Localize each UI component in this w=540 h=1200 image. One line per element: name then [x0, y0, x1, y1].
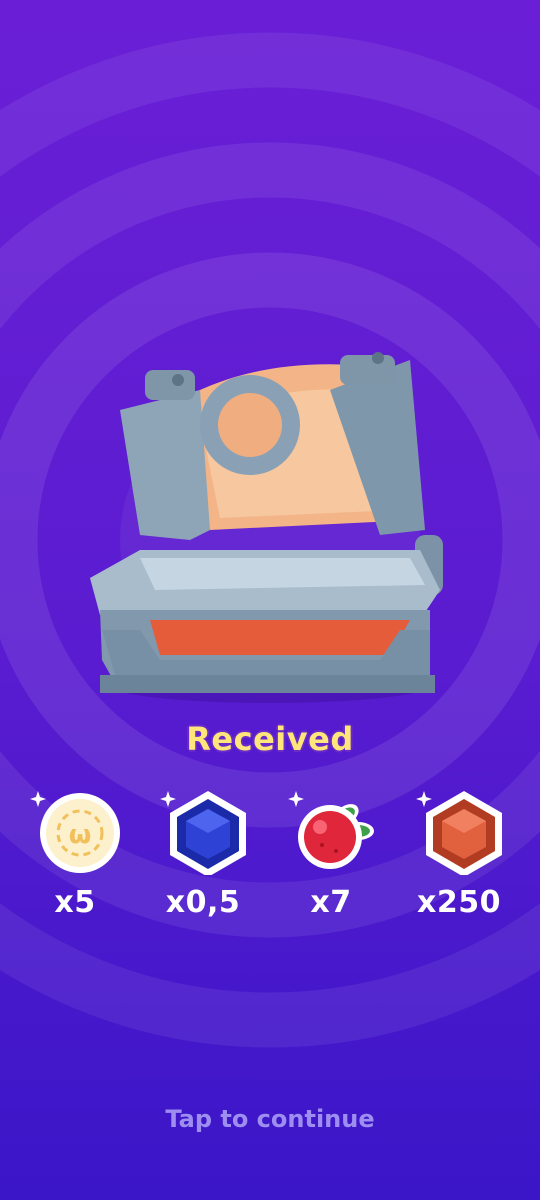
reward-quantity: x0,5: [165, 885, 241, 920]
tap-to-continue-label[interactable]: Tap to continue: [0, 1105, 540, 1133]
received-title: Received: [186, 720, 354, 758]
blue-gem-icon: [160, 791, 246, 875]
treasure-chest-image: [90, 352, 443, 703]
rewards-list: ω x5 x0,5 x7 x250: [0, 785, 540, 935]
reward-item: x250: [399, 785, 519, 935]
reward-quantity: x5: [54, 885, 96, 920]
svg-text:ω: ω: [69, 820, 92, 850]
reward-screen[interactable]: Received ω x5 x0,5 x7 x250 Tap to contin…: [0, 0, 540, 1200]
reward-quantity: x250: [417, 885, 501, 920]
reward-item: ω x5: [15, 785, 135, 935]
cranberry-icon: [288, 791, 374, 869]
orange-gem-icon: [416, 791, 502, 875]
reward-item: x7: [271, 785, 391, 935]
reward-item: x0,5: [143, 785, 263, 935]
coin-icon: ω: [30, 791, 120, 873]
reward-quantity: x7: [310, 885, 352, 920]
